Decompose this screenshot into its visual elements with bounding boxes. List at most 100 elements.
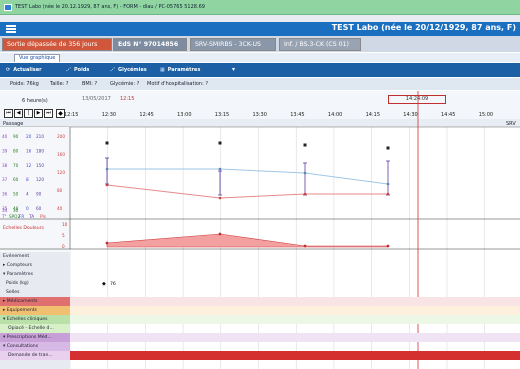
actualiser-label: Actualiser [13,67,42,73]
tab-unite[interactable]: Inf. / BS.3-CK (CS 01) [279,38,361,51]
sidebar-medicaments[interactable]: ▸ Médicaments [0,297,70,306]
spo2-point [303,171,307,175]
consultations-label: Consultations [6,344,39,349]
time-tick-label: 12:30 [102,112,116,118]
chart-series [69,127,390,249]
spo2-point [105,167,109,171]
sidebar-consultations[interactable]: ▾ Consultations [0,342,70,351]
pain-point [386,244,390,248]
patient-title: TEST Labo (née le 20/12/1929, 87 ans, F) [331,23,516,32]
glycemies-label: Glycémies [118,67,147,73]
time-tick-label: 14:00 [328,112,342,118]
poids-button[interactable]: ⋰ Poids [66,67,89,73]
axis-tick-col4: 120 [36,177,44,182]
sidebar-parametres[interactable]: ▾ Paramètres [0,270,70,279]
parametres-button[interactable]: ▦ Paramètres [160,67,200,73]
chart-icon: ⋰ [110,67,115,73]
axis-tick-col3: 12 [26,163,32,168]
poids-marker[interactable]: ◆ [102,281,106,287]
passage-right-label: SRV [506,121,516,127]
pain-point [218,232,222,236]
time-tick-label: 14:45 [441,112,455,118]
axis-tick-col3: 16 [26,148,32,153]
pain-chart: 10 5 0 [62,222,390,249]
axis-tick-col4: 210 [36,134,44,139]
axis-tick-col2: 90 [13,134,19,139]
axis-tick-col2: 60 [13,177,19,182]
glycemies-button[interactable]: ⋰ Glycémies [110,67,147,73]
axis-tick-col5: 160 [57,152,65,157]
info-taille: Taille: ? [50,81,69,87]
temp-point [386,146,390,150]
axis-tick-col3: 4 [26,192,29,197]
view-tabs: Vue graphique [0,53,520,62]
axis-legend-item: TA [28,214,34,219]
sidebar-poids[interactable]: Poids (kg) [0,279,70,288]
axis-tick-col3: 0 [26,206,29,211]
temp-point [105,141,109,145]
time-tick-label: 13:00 [177,112,191,118]
axis-tick-col1: 36 [2,192,8,197]
hamburger-menu-icon[interactable] [6,25,16,33]
refresh-icon: ⟳ [6,67,11,73]
time-tick-label: 12:45 [139,112,153,118]
pain-tick: 5 [62,233,65,238]
time-tick-label: 14:30 [403,112,417,118]
window-title: TEST Labo (née le 20.12.1929, 87 ans, F)… [15,4,205,10]
axis-tick-col5: 40 [57,206,63,211]
axis-tick-col1: 40 [2,134,8,139]
window-titlebar: TEST Labo (née le 20.12.1929, 87 ans, F)… [0,0,520,15]
pain-point [105,241,109,245]
demande-row [70,351,520,360]
pain-tick: 0 [62,244,65,249]
toolbar-dropdown-icon[interactable]: ▾ [232,66,235,73]
tab-eds[interactable]: EdS N° 97014856 [113,38,187,51]
axis-tick-col5: 80 [57,188,63,193]
parametres-sidebar-label: Paramètres [6,272,33,277]
sidebar-selles[interactable]: Selles [0,288,70,297]
time-tick-label: 12:15 [64,112,78,118]
medicaments-row [70,297,520,306]
axis-tick-col4: 150 [36,163,44,168]
tab-service[interactable]: SRV-SMIRBS - 3CK-US [190,38,276,51]
sidebar-opiace[interactable]: Opiacé - Echelle d... [0,324,70,333]
axis-tick-col5: 200 [57,134,65,139]
sidebar-echelles[interactable]: ▾ Echelles cliniques [0,315,70,324]
time-tick-label: 13:15 [215,112,229,118]
axis-tick-col3: 20 [26,134,32,139]
sidebar-compteurs[interactable]: ▸ Compteurs [0,261,70,270]
info-poids: Poids: 76kg [10,81,39,87]
pulse-point [303,192,307,196]
pulse-point [386,192,390,196]
tab-vue-graphique[interactable]: Vue graphique [14,54,61,62]
sidebar-prescriptions[interactable]: ▾ Prescriptions Méd... [0,333,70,342]
axis-legend-item: FR [19,214,24,219]
prescriptions-label: Prescriptions Méd... [6,335,52,340]
equipements-row [70,306,520,315]
equipements-label: Equipements [6,308,37,313]
axis-tick-col4: 180 [36,148,44,153]
axis-tick-col2: 70 [13,163,19,168]
spo2-line [107,168,389,185]
time-tick-label: 14:15 [366,112,380,118]
temp-point [218,141,222,145]
time-tick-label: 15:00 [479,112,493,118]
axis-tick-col1: 38 [2,163,8,168]
tab-sortie[interactable]: Sortie dépassée de 356 jours [2,38,112,51]
axis-bottom-col2: 30 [13,208,19,213]
event-grid: ◆ 76 [70,252,520,369]
sidebar-equipements[interactable]: ▸ Equipements [0,306,70,315]
compteurs-label: Compteurs [6,263,33,268]
patient-bar: TEST Labo (née le 20/12/1929, 87 ans, F) [0,22,520,36]
info-glycemie: Glycémie: ? [110,81,140,87]
spo2-point [218,167,222,171]
time-tick-label: 13:45 [290,112,304,118]
axis-tick-col3: 8 [26,177,29,182]
axis-tick-col2: 50 [13,192,19,197]
pain-point [303,244,307,248]
parametres-label: Paramètres [167,67,201,73]
sidebar-evenement: Evénement [3,254,30,259]
sidebar-demande[interactable]: Demande de tran... [0,351,70,360]
actualiser-button[interactable]: ⟳ Actualiser [6,67,42,73]
axis-bottom-col1: 34 [2,208,8,213]
